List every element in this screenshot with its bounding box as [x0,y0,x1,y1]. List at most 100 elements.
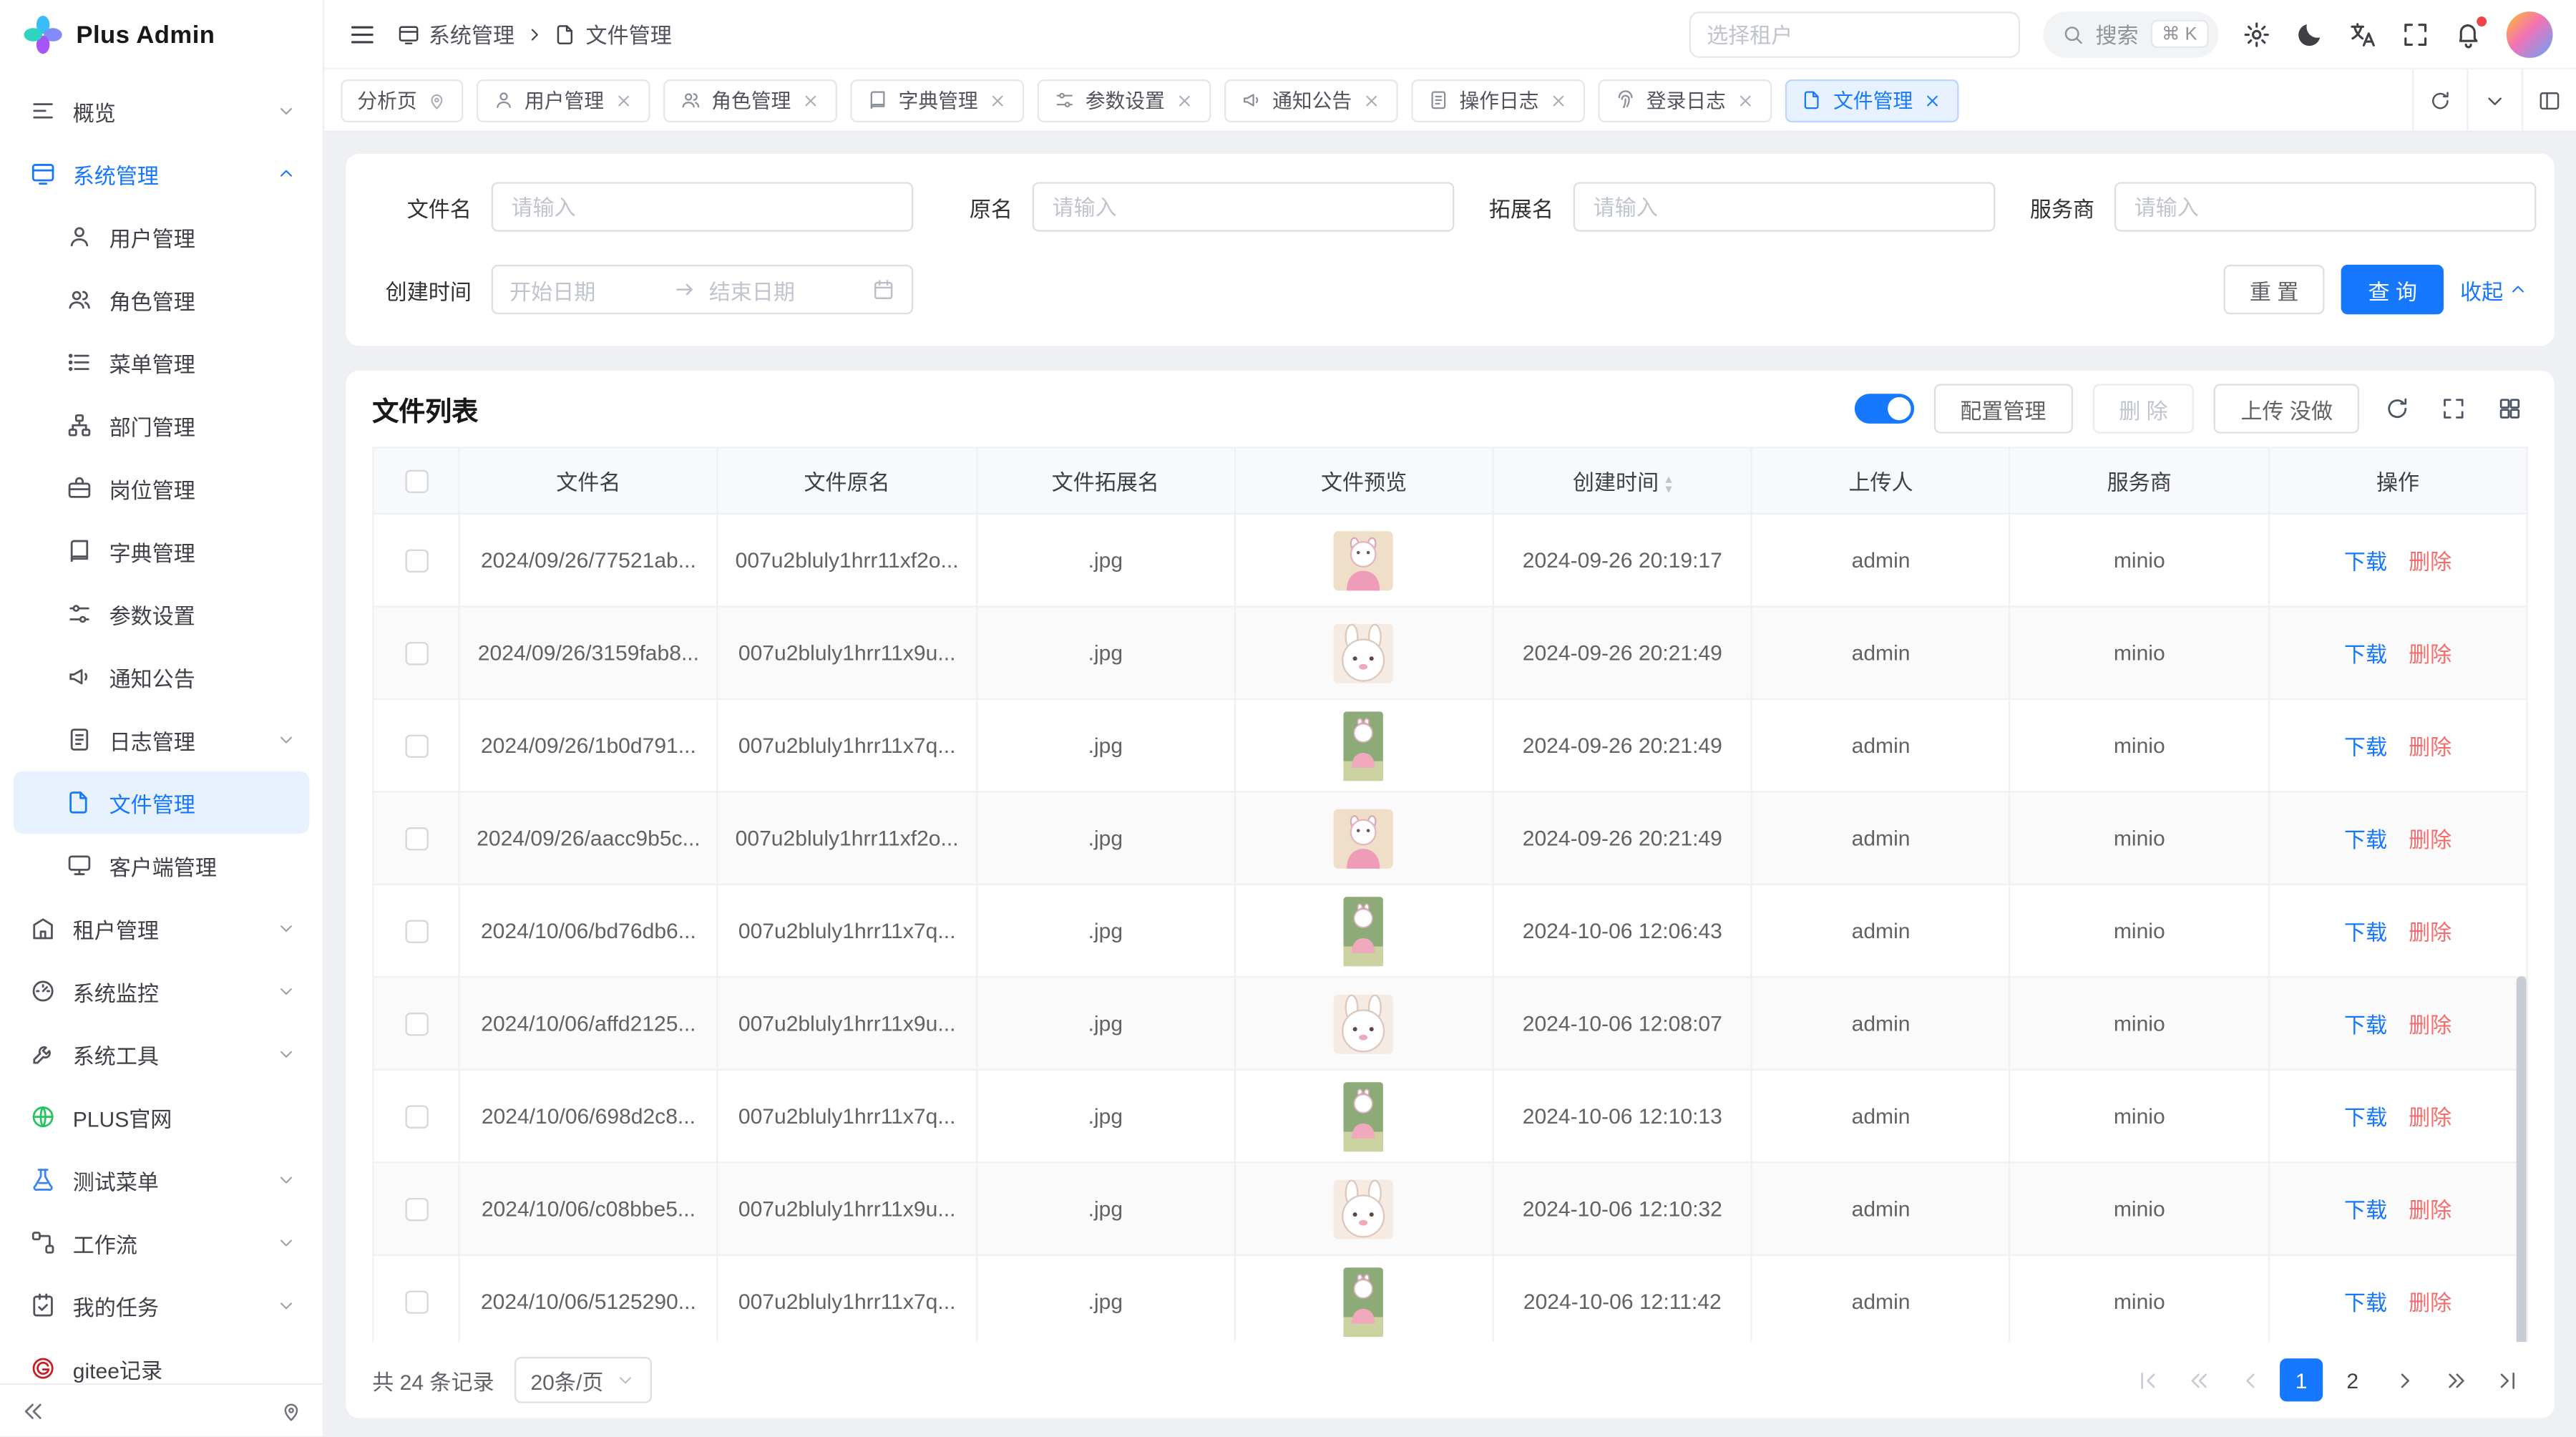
upload-button[interactable]: 上传 没做 [2214,384,2359,433]
collapse-filters-link[interactable]: 收起 [2460,274,2528,306]
tab-item[interactable]: 登录日志 [1599,79,1772,122]
tabs-dropdown-button[interactable] [2467,69,2521,131]
download-link[interactable]: 下载 [2344,642,2387,667]
row-checkbox[interactable] [404,1013,427,1036]
fullscreen-button[interactable] [2401,19,2431,49]
user-avatar[interactable] [2507,11,2553,57]
hamburger-menu-button[interactable] [348,19,378,49]
tabs-refresh-button[interactable] [2412,69,2467,131]
table-fullscreen-button[interactable] [2435,391,2472,427]
page-next-button[interactable] [2382,1358,2425,1401]
notifications-bell-button[interactable] [2454,19,2484,49]
sidebar-item[interactable]: 文件管理 [13,771,309,834]
sidebar-item[interactable]: 租户管理 [13,897,309,960]
settings-gear-button[interactable] [2242,19,2272,49]
delete-link[interactable]: 删除 [2409,827,2451,852]
tab-close-icon[interactable] [1548,90,1568,110]
sidebar-pin-button[interactable] [280,1399,303,1422]
page-last-button[interactable] [2485,1358,2528,1401]
row-checkbox[interactable] [404,920,427,943]
tenant-select[interactable]: 选择租户 [1689,11,2019,57]
sidebar-item[interactable]: 客户端管理 [13,834,309,897]
download-link[interactable]: 下载 [2344,735,2387,760]
file-preview-thumbnail[interactable] [1344,1267,1383,1336]
tab-close-icon[interactable] [1175,90,1195,110]
sidebar-item[interactable]: 菜单管理 [13,331,309,394]
config-manage-button[interactable]: 配置管理 [1933,384,2072,433]
reset-button[interactable]: 重 置 [2223,265,2325,314]
delete-link[interactable]: 删除 [2409,735,2451,760]
file-preview-thumbnail[interactable] [1334,623,1393,683]
file-preview-thumbnail[interactable] [1334,993,1393,1053]
row-checkbox[interactable] [404,735,427,758]
delete-link[interactable]: 删除 [2409,1198,2451,1223]
tab-item[interactable]: 分析页 [341,79,463,122]
sidebar-item[interactable]: 系统工具 [13,1023,309,1086]
page-next5-button[interactable] [2434,1358,2477,1401]
sidebar-item[interactable]: 参数设置 [13,583,309,646]
sidebar-item[interactable]: 字典管理 [13,520,309,583]
select-all-checkbox[interactable] [404,470,427,493]
search-button[interactable]: 搜索 ⌘ K [2042,11,2218,57]
file-preview-thumbnail[interactable] [1334,1179,1393,1238]
tab-item[interactable]: 字典管理 [851,79,1025,122]
download-link[interactable]: 下载 [2344,1290,2387,1315]
table-refresh-button[interactable] [2379,391,2416,427]
download-link[interactable]: 下载 [2344,827,2387,852]
sidebar-item[interactable]: 测试菜单 [13,1149,309,1212]
filter-field-input[interactable] [1033,182,1455,231]
app-logo[interactable]: Plus Admin [0,0,323,69]
sidebar-item[interactable]: gitee记录 [13,1337,309,1383]
tab-item[interactable]: 角色管理 [663,79,837,122]
tab-item[interactable]: 操作日志 [1411,79,1585,122]
sidebar-item[interactable]: 通知公告 [13,646,309,708]
row-checkbox[interactable] [404,550,427,573]
tab-close-icon[interactable] [1923,90,1943,110]
tab-item[interactable]: 文件管理 [1785,79,1959,122]
file-preview-thumbnail[interactable] [1344,896,1383,965]
sidebar-item[interactable]: 系统管理 [13,142,309,205]
delete-link[interactable]: 删除 [2409,1290,2451,1315]
delete-link[interactable]: 删除 [2409,1013,2451,1038]
download-link[interactable]: 下载 [2344,920,2387,945]
page-number-button[interactable]: 2 [2331,1358,2374,1401]
tab-item[interactable]: 通知公告 [1224,79,1398,122]
sidebar-item[interactable]: 日志管理 [13,708,309,771]
sidebar-item[interactable]: PLUS官网 [13,1086,309,1149]
breadcrumb-item[interactable]: 文件管理 [555,18,672,49]
sidebar-item[interactable]: 角色管理 [13,268,309,331]
page-prev-button[interactable] [2228,1358,2271,1401]
page-size-select[interactable]: 20条/页 [514,1357,651,1403]
theme-moon-button[interactable] [2295,19,2325,49]
download-link[interactable]: 下载 [2344,550,2387,575]
search-visibility-toggle[interactable] [1854,394,1913,424]
tab-close-icon[interactable] [801,90,821,110]
table-scrollbar-thumb[interactable] [2517,976,2527,1342]
sidebar-collapse-button[interactable] [20,1398,47,1424]
sidebar-item[interactable]: 系统监控 [13,960,309,1023]
date-range-picker[interactable]: 开始日期 结束日期 [492,265,914,314]
sidebar-item[interactable]: 用户管理 [13,205,309,268]
filter-field-input[interactable] [492,182,914,231]
page-prev5-button[interactable] [2177,1358,2220,1401]
page-number-button[interactable]: 1 [2280,1358,2323,1401]
tab-close-icon[interactable] [614,90,634,110]
delete-link[interactable]: 删除 [2409,920,2451,945]
download-link[interactable]: 下载 [2344,1105,2387,1130]
file-preview-thumbnail[interactable] [1344,1081,1383,1151]
delete-link[interactable]: 删除 [2409,550,2451,575]
breadcrumb-item[interactable]: 系统管理 [397,18,514,49]
row-checkbox[interactable] [404,1291,427,1314]
sidebar-item[interactable]: 我的任务 [13,1274,309,1337]
row-checkbox[interactable] [404,1199,427,1222]
download-link[interactable]: 下载 [2344,1198,2387,1223]
delete-link[interactable]: 删除 [2409,642,2451,667]
pin-icon[interactable] [427,90,447,110]
tab-close-icon[interactable] [987,90,1008,110]
sidebar-item[interactable]: 概览 [13,79,309,142]
tab-item[interactable]: 用户管理 [477,79,650,122]
filter-field-input[interactable] [2114,182,2537,231]
sort-icon[interactable]: ▴▾ [1665,474,1672,495]
batch-delete-button[interactable]: 删 除 [2092,384,2194,433]
filter-field-input[interactable] [1574,182,1996,231]
